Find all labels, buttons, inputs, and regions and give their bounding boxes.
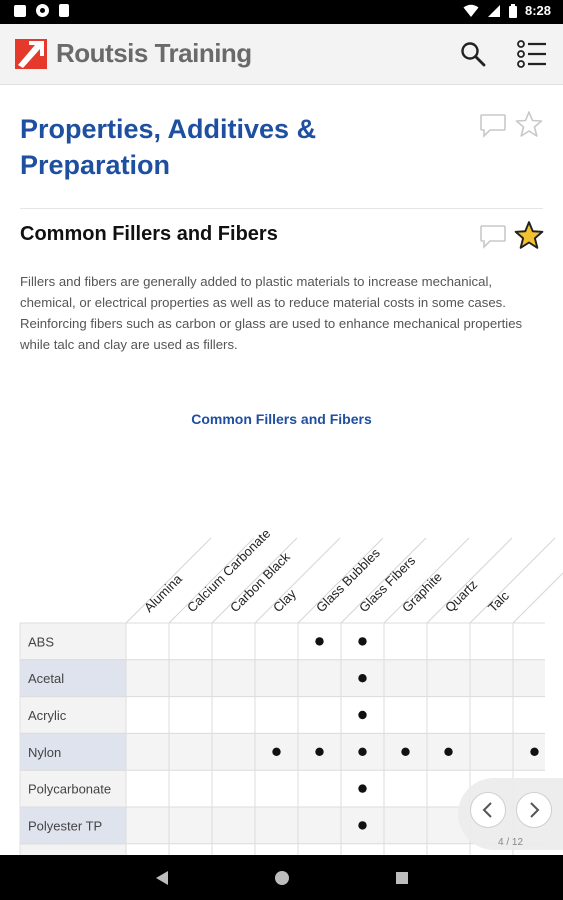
signal-icon (487, 4, 500, 17)
matrix-dot (315, 637, 324, 646)
page-title: Properties, Additives & Preparation (20, 114, 317, 180)
star-filled-icon (514, 221, 544, 249)
matrix-dot (530, 747, 539, 756)
battery-icon (508, 3, 517, 18)
section-title: Common Fillers and Fibers (20, 223, 278, 245)
section-paragraph: Fillers and fibers are generally added t… (20, 274, 523, 352)
matrix-dot (315, 747, 324, 756)
page-bookmark-button[interactable] (514, 109, 544, 139)
row-label: Polycarbonate (28, 782, 111, 797)
home-button[interactable] (270, 867, 294, 889)
recents-button[interactable] (390, 867, 414, 889)
list-menu-icon (517, 40, 546, 68)
matrix-dot (358, 784, 367, 793)
sd-card-icon (59, 4, 69, 17)
matrix-dot (358, 821, 367, 830)
matrix-dot (358, 747, 367, 756)
matrix-dot (401, 747, 410, 756)
row-label: Acetal (28, 671, 64, 686)
matrix-dot (272, 747, 281, 756)
column-label: Alumina (141, 571, 185, 615)
matrix-dot (358, 710, 367, 720)
row-label: Polyester TP (28, 818, 102, 833)
comment-icon (480, 225, 506, 249)
header-separator (469, 537, 556, 624)
divider (20, 208, 543, 209)
app-bar: Routsis Training (0, 24, 563, 85)
row-label: Acrylic (28, 708, 67, 723)
back-button[interactable] (150, 867, 174, 889)
clock: 8:28 (524, 3, 551, 18)
system-nav-bar (0, 855, 563, 900)
home-circle-icon (275, 871, 289, 885)
previous-page-button[interactable] (470, 792, 506, 828)
next-page-button[interactable] (516, 792, 552, 828)
search-icon (461, 42, 486, 67)
lesson-content: Properties, Additives & Preparation Comm… (0, 85, 563, 855)
column-label: Graphite (399, 569, 445, 615)
matrix-dot (444, 747, 453, 756)
back-triangle-icon (156, 871, 168, 885)
wifi-icon (463, 4, 479, 17)
row-band (126, 696, 545, 734)
matrix-dot (358, 637, 367, 646)
status-bar: 8:28 (0, 0, 563, 24)
table-title: Common Fillers and Fibers (191, 411, 372, 427)
section-bookmark-button[interactable] (514, 220, 544, 250)
section-comment-button[interactable] (478, 222, 508, 252)
recents-square-icon (396, 872, 408, 884)
column-label: Talc (485, 588, 512, 615)
row-band (126, 659, 545, 697)
matrix-dot (358, 674, 367, 683)
chevron-left-icon (482, 802, 492, 818)
column-label: Quartz (442, 577, 480, 615)
header-separator (512, 572, 563, 624)
page-navigator: 4 / 12 (458, 778, 563, 850)
notification-icon (14, 4, 26, 17)
row-band (126, 623, 545, 660)
comment-icon (480, 114, 506, 138)
search-button[interactable] (455, 36, 491, 72)
table-of-contents-button[interactable] (514, 36, 550, 72)
chevron-right-icon (530, 802, 540, 818)
row-label-cell (19, 843, 127, 855)
row-label: Nylon (28, 745, 61, 760)
column-label: Clay (270, 586, 299, 615)
brand-name: Routsis Training (56, 38, 252, 68)
sync-icon (36, 4, 49, 17)
page-comment-button[interactable] (478, 111, 508, 141)
routsis-logo-icon (15, 39, 47, 69)
row-band (126, 733, 545, 771)
row-label: ABS (28, 634, 54, 649)
page-counter: 4 / 12 (498, 837, 524, 848)
star-outline-icon (515, 111, 543, 137)
